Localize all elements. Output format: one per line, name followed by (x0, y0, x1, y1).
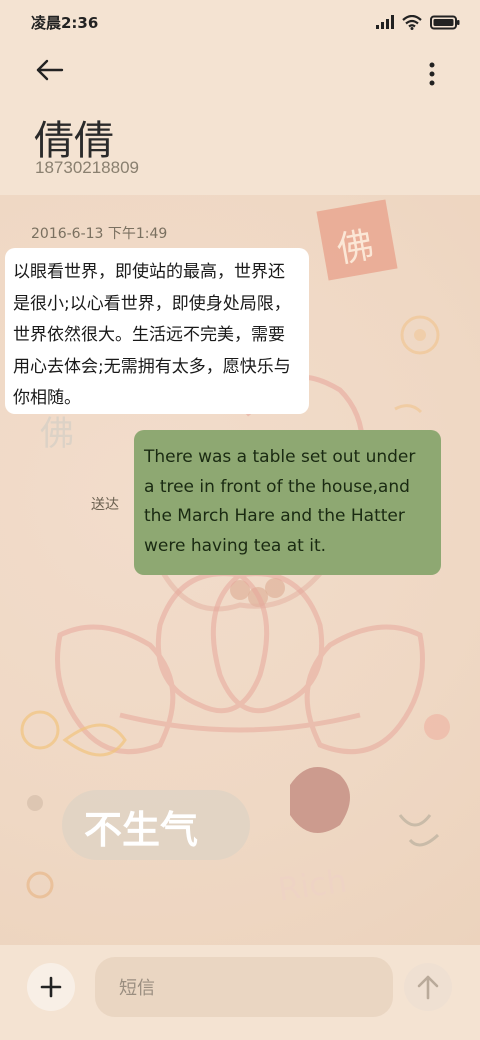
stamp-text: 佛 (334, 225, 377, 272)
plus-icon (40, 976, 62, 998)
more-vertical-icon (429, 62, 435, 86)
delivery-status: 送达 (91, 497, 119, 513)
wifi-icon (402, 14, 422, 30)
top-app-bar (0, 48, 480, 92)
outgoing-message-text: There was a table set out under a tree i… (144, 447, 416, 556)
signal-icon (376, 15, 394, 29)
battery-icon (430, 15, 460, 29)
composer-bar: 短信 (0, 945, 480, 1040)
arrow-left-icon (36, 59, 64, 81)
status-bar: 凌晨2:36 (0, 0, 480, 44)
message-input[interactable]: 短信 (95, 957, 393, 1017)
svg-text:佛: 佛 (40, 414, 74, 454)
fu-stamp: 佛 (316, 199, 398, 281)
send-button[interactable] (404, 963, 452, 1011)
rich-text: Rich (276, 861, 350, 908)
status-icons (376, 14, 460, 30)
more-options-button[interactable] (420, 54, 444, 86)
add-attachment-button[interactable] (27, 963, 75, 1011)
back-button[interactable] (30, 54, 70, 86)
mood-text: 不生气 (84, 808, 198, 852)
status-time: 凌晨2:36 (31, 13, 99, 32)
incoming-message-text: 以眼看世界，即使站的最高，世界还是很小;以心看世界，即使身处局限，世界依然很大。… (13, 262, 291, 408)
send-arrow-icon (417, 975, 439, 1000)
message-timestamp: 2016-6-13 下午1:49 (31, 226, 168, 242)
contact-number: 18730218809 (35, 158, 140, 177)
incoming-message-bubble[interactable]: 以眼看世界，即使站的最高，世界还是很小;以心看世界，即使身处局限，世界依然很大。… (5, 248, 309, 414)
outgoing-message-bubble[interactable]: There was a table set out under a tree i… (134, 430, 441, 575)
message-input-placeholder: 短信 (119, 978, 155, 999)
